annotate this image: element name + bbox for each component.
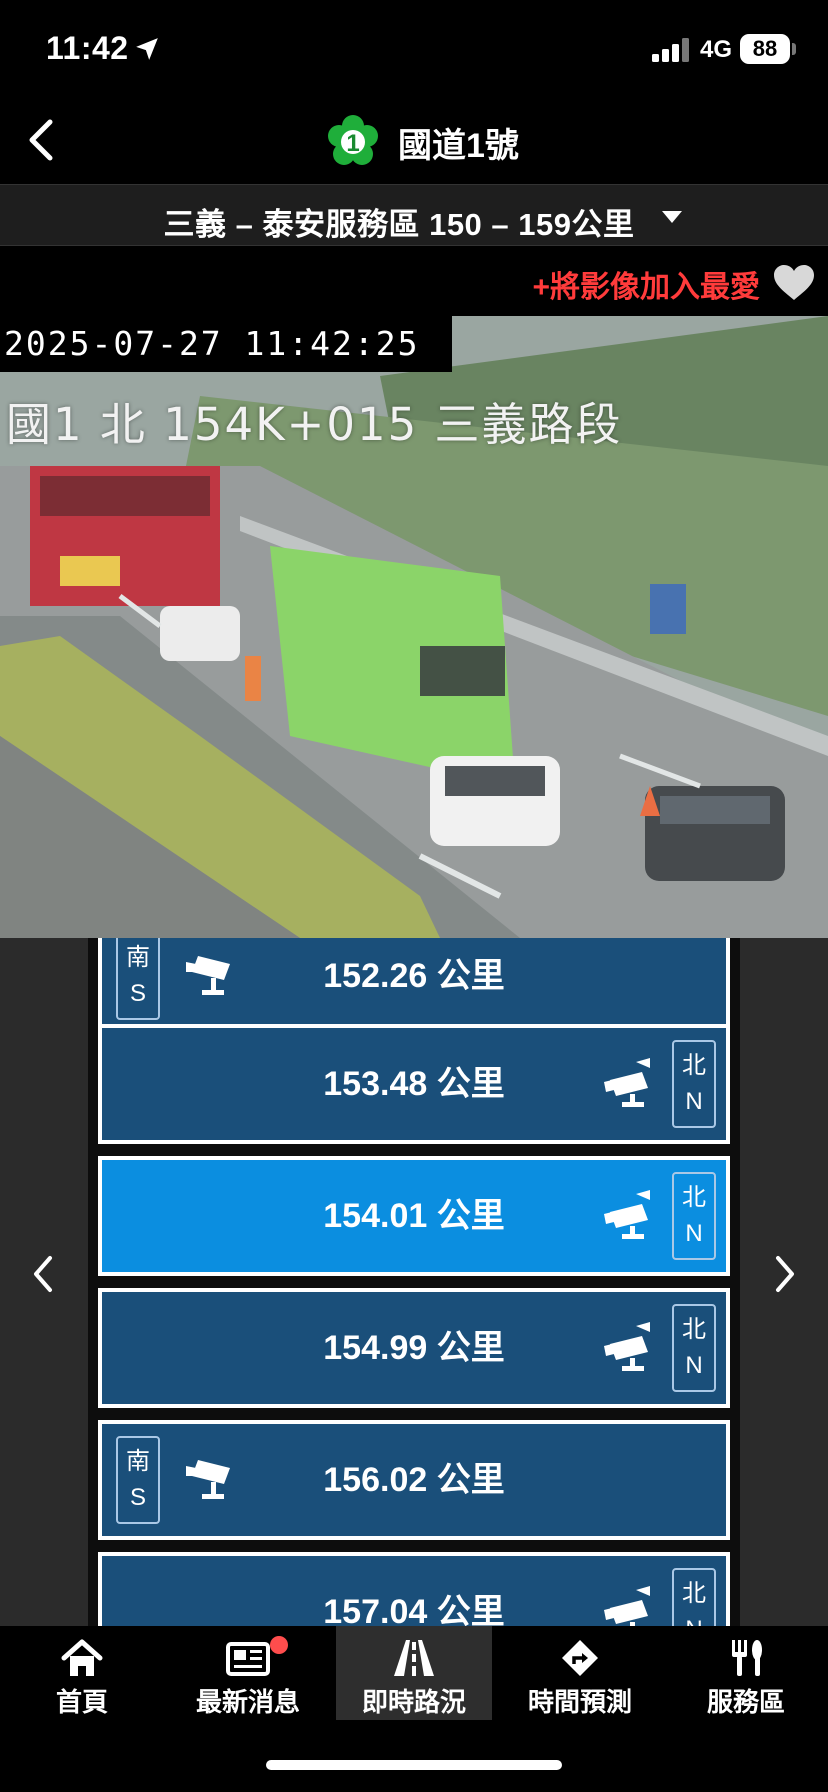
status-bar: 11:42 4G 88 <box>0 0 828 100</box>
battery-tip <box>792 43 796 55</box>
direction-en: N <box>685 1352 703 1379</box>
tab-service-area[interactable]: 服務區 <box>668 1626 824 1720</box>
page-title: 國道1號 <box>398 127 519 165</box>
route-icon <box>562 1640 598 1676</box>
camera-icon <box>604 1058 650 1107</box>
favorite-row: +將影像加入最愛 <box>0 246 828 316</box>
direction-en: S <box>129 1484 146 1511</box>
heart-icon[interactable] <box>772 264 816 302</box>
battery-level: 88 <box>740 34 790 64</box>
nav-header: 1 國道1號 <box>0 100 828 184</box>
camera-icon <box>186 956 230 995</box>
direction-badge: 北 N <box>672 1568 716 1626</box>
add-to-favorites-link[interactable]: +將影像加入最愛 <box>532 262 760 306</box>
news-icon <box>226 1642 270 1676</box>
direction-en: S <box>129 980 146 1007</box>
km-list-area: 152.26 公里 南 S 153.48 公里 北 N 154.01 公里 北 … <box>0 938 828 1626</box>
tab-label: 最新消息 <box>195 1687 300 1717</box>
previous-arrow-icon[interactable] <box>28 1254 58 1294</box>
tab-live-traffic[interactable]: 即時路況 <box>336 1626 492 1720</box>
camera-icon <box>186 1460 230 1499</box>
direction-cn: 南 <box>126 944 150 971</box>
km-list-item[interactable]: 153.48 公里 北 N <box>98 1024 730 1144</box>
direction-cn: 北 <box>682 1580 706 1607</box>
camera-timestamp: 2025-07-27 11:42:25 <box>0 316 452 372</box>
tab-label: 即時路況 <box>361 1687 466 1717</box>
caret-down-icon <box>662 211 682 223</box>
freeway-logo-icon: 1 <box>328 115 378 165</box>
camera-caption: 國1 北 154K+015 三義路段 <box>6 398 623 451</box>
direction-cn: 北 <box>682 1052 706 1079</box>
direction-cn: 北 <box>682 1316 706 1343</box>
utensils-icon <box>732 1640 762 1676</box>
direction-en: N <box>685 1220 703 1247</box>
cellular-signal-icon <box>652 38 689 62</box>
traffic-camera-image: 2025-07-27 11:42:25 國1 北 154K+015 三義路段 <box>0 316 828 938</box>
network-type: 4G <box>700 36 733 63</box>
camera-icon <box>604 1190 650 1239</box>
tab-news[interactable]: 最新消息 <box>170 1626 326 1720</box>
km-list-item-selected[interactable]: 154.01 公里 北 N <box>98 1156 730 1276</box>
tab-label: 服務區 <box>706 1687 785 1717</box>
section-selector[interactable]: 三義 – 泰安服務區 150 – 159公里 <box>0 184 828 246</box>
km-list-item[interactable]: 157.04 公里 北 N <box>98 1552 730 1626</box>
freeway-logo-number: 1 <box>346 130 359 157</box>
direction-badge: 北 N <box>672 1304 716 1392</box>
next-arrow-icon[interactable] <box>770 1254 800 1294</box>
status-time: 11:42 <box>46 30 129 66</box>
direction-en: N <box>674 1612 714 1626</box>
camera-icon <box>604 1586 650 1626</box>
direction-badge: 北 N <box>672 1172 716 1260</box>
km-list-item[interactable]: 156.02 公里 南 S <box>98 1420 730 1540</box>
section-selector-label: 三義 – 泰安服務區 150 – 159公里 <box>163 207 635 242</box>
direction-cn: 南 <box>126 1448 150 1475</box>
tab-label: 首頁 <box>55 1687 108 1717</box>
back-chevron-icon[interactable] <box>22 116 62 164</box>
tab-label: 時間預測 <box>527 1687 632 1717</box>
direction-badge: 北 N <box>672 1040 716 1128</box>
location-arrow-icon <box>136 38 158 60</box>
home-indicator[interactable] <box>266 1760 562 1770</box>
direction-en: N <box>685 1088 703 1115</box>
home-icon <box>61 1639 103 1676</box>
km-list-item[interactable]: 154.99 公里 北 N <box>98 1288 730 1408</box>
news-notification-dot <box>270 1636 288 1654</box>
direction-badge: 南 S <box>116 1436 160 1524</box>
direction-badge: 南 S <box>116 938 160 1020</box>
tab-home[interactable]: 首頁 <box>4 1626 160 1720</box>
direction-cn: 北 <box>682 1184 706 1211</box>
camera-icon <box>604 1322 650 1371</box>
tab-time-prediction[interactable]: 時間預測 <box>502 1626 658 1720</box>
road-icon <box>394 1640 434 1676</box>
km-list-item[interactable]: 152.26 公里 南 S <box>98 938 730 1036</box>
